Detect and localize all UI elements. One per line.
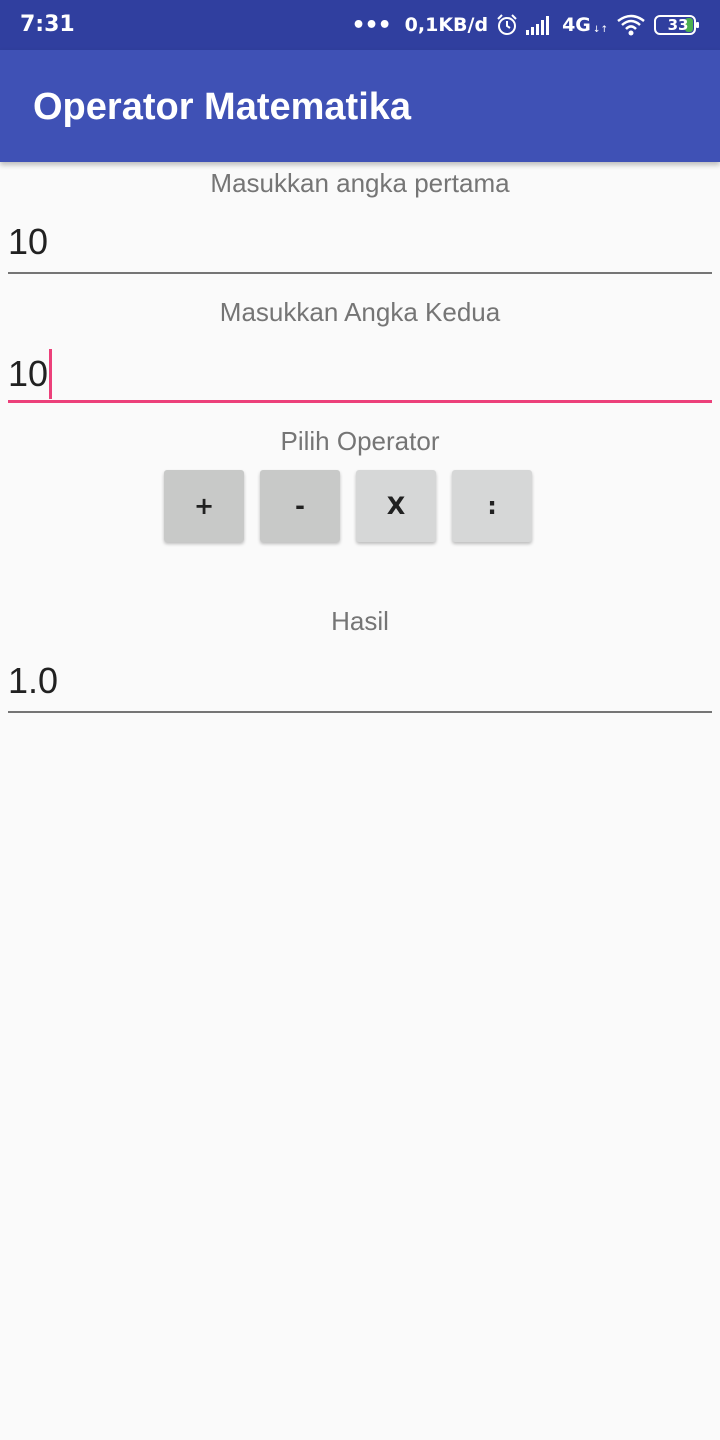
- second-number-label: Masukkan Angka Kedua: [219, 297, 501, 327]
- text-cursor: [49, 349, 53, 399]
- status-time: 7:31: [20, 12, 75, 37]
- network-activity: ↓↑: [592, 25, 608, 35]
- second-number-underline: [8, 400, 712, 403]
- first-number-input[interactable]: 10: [8, 214, 712, 274]
- signal-icon: [526, 15, 554, 35]
- first-number-label: Masukkan angka pertama: [210, 168, 510, 198]
- status-icons: ••• 0,1KB/d 4G ↓↑ 33: [351, 10, 700, 40]
- result-field[interactable]: 1.0: [8, 653, 712, 713]
- subtract-button[interactable]: -: [260, 470, 340, 542]
- status-bar: 7:31 ••• 0,1KB/d 4G ↓↑ 33: [0, 0, 720, 50]
- second-number-value: 10: [8, 353, 49, 394]
- battery-icon: 33: [654, 14, 700, 36]
- first-number-value: 10: [8, 221, 49, 262]
- alarm-icon: [496, 14, 518, 36]
- add-button[interactable]: +: [164, 470, 244, 542]
- operator-buttons: + - X :: [164, 470, 532, 542]
- result-value: 1.0: [8, 660, 59, 701]
- divide-button[interactable]: :: [452, 470, 532, 542]
- multiply-button[interactable]: X: [356, 470, 436, 542]
- first-number-underline: [8, 272, 712, 274]
- app-title: Operator Matematika: [33, 86, 412, 128]
- result-label: Hasil: [331, 606, 389, 636]
- battery-level: 33: [667, 16, 689, 34]
- data-rate: 0,1KB/d: [404, 14, 489, 36]
- second-number-input[interactable]: 10: [8, 343, 712, 403]
- second-number-value-wrap: 10: [8, 349, 53, 399]
- operator-label: Pilih Operator: [280, 426, 440, 456]
- network-type: 4G: [562, 14, 591, 36]
- wifi-icon: [616, 14, 646, 36]
- app-bar: Operator Matematika: [0, 50, 720, 162]
- result-underline: [8, 711, 712, 713]
- more-notifications-icon: •••: [351, 12, 391, 38]
- screen: 7:31 ••• 0,1KB/d 4G ↓↑ 33 Operator Matem…: [0, 0, 720, 1440]
